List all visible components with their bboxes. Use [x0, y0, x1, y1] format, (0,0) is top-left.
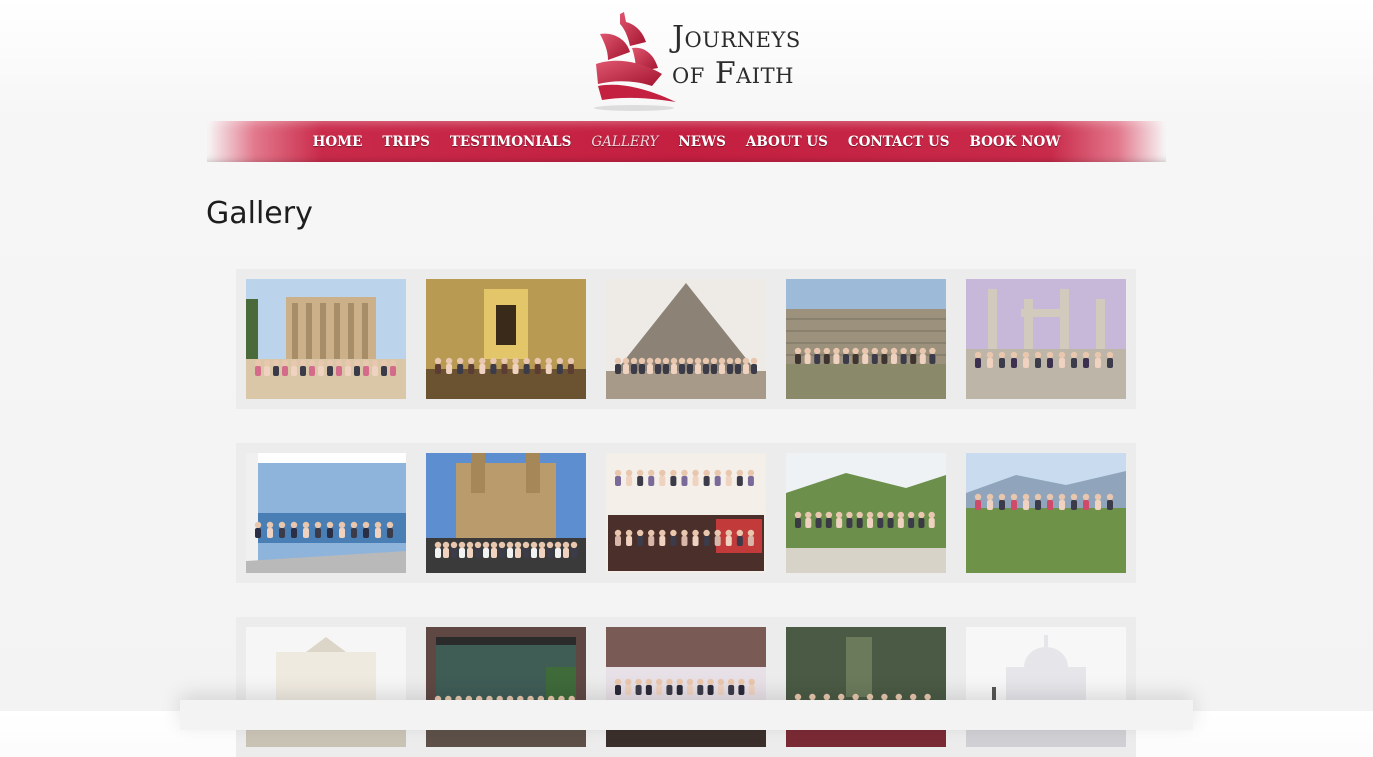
nav-item-news[interactable]: NEWS — [668, 134, 736, 150]
jumping-group-mountain-photo[interactable] — [966, 453, 1126, 573]
gallery-row-1 — [236, 269, 1136, 409]
ephesus-library-group-photo-image — [246, 279, 406, 399]
content-panel-edge — [180, 700, 1193, 730]
nav-item-about-us[interactable]: ABOUT US — [736, 134, 838, 150]
church-altar-group-photo[interactable] — [426, 279, 586, 399]
main-navigation: HOME TRIPS TESTIMONIALS GALLERY NEWS ABOUT US… — [207, 121, 1166, 162]
nav-item-home[interactable]: HOME — [303, 134, 373, 150]
nav-item-testimonials[interactable]: TESTIMONIALS — [440, 134, 582, 150]
gallery-row-2 — [236, 443, 1136, 583]
pyramid-group-photo[interactable] — [606, 279, 766, 399]
pyramid-group-photo-image — [606, 279, 766, 399]
restaurant-collage-group-photo[interactable] — [606, 453, 766, 573]
jumping-group-mountain-photo-image — [966, 453, 1126, 573]
logo-text-journeys: Journeys — [672, 20, 801, 55]
gallery-row-3 — [236, 617, 1136, 757]
nav-item-trips[interactable]: TRIPS — [372, 134, 439, 150]
hillside-village-group-photo[interactable] — [786, 453, 946, 573]
site-header: Journeys of Faith — [0, 0, 1373, 120]
temple-columns-group-photo-image — [966, 279, 1126, 399]
logo-text-of-faith: of Faith — [672, 56, 794, 91]
nav-item-contact-us[interactable]: CONTACT US — [838, 134, 960, 150]
ship-sail-icon — [594, 12, 676, 111]
boat-deck-group-photo[interactable] — [246, 453, 406, 573]
boat-deck-group-photo-image — [246, 453, 406, 573]
cathedral-facade-crowd-photo[interactable] — [426, 453, 586, 573]
nav-item-book-now[interactable]: BOOK NOW — [960, 134, 1071, 150]
nav-item-gallery[interactable]: GALLERY — [581, 134, 668, 150]
restaurant-collage-group-photo-image — [606, 453, 766, 573]
ephesus-library-group-photo[interactable] — [246, 279, 406, 399]
page-title: Gallery — [206, 196, 313, 231]
stone-wall-ruins-group-photo[interactable] — [786, 279, 946, 399]
hillside-village-group-photo-image — [786, 453, 946, 573]
stone-wall-ruins-group-photo-image — [786, 279, 946, 399]
temple-columns-group-photo[interactable] — [966, 279, 1126, 399]
site-logo[interactable]: Journeys of Faith — [590, 8, 840, 114]
cathedral-facade-crowd-photo-image — [426, 453, 586, 573]
church-altar-group-photo-image — [426, 279, 586, 399]
